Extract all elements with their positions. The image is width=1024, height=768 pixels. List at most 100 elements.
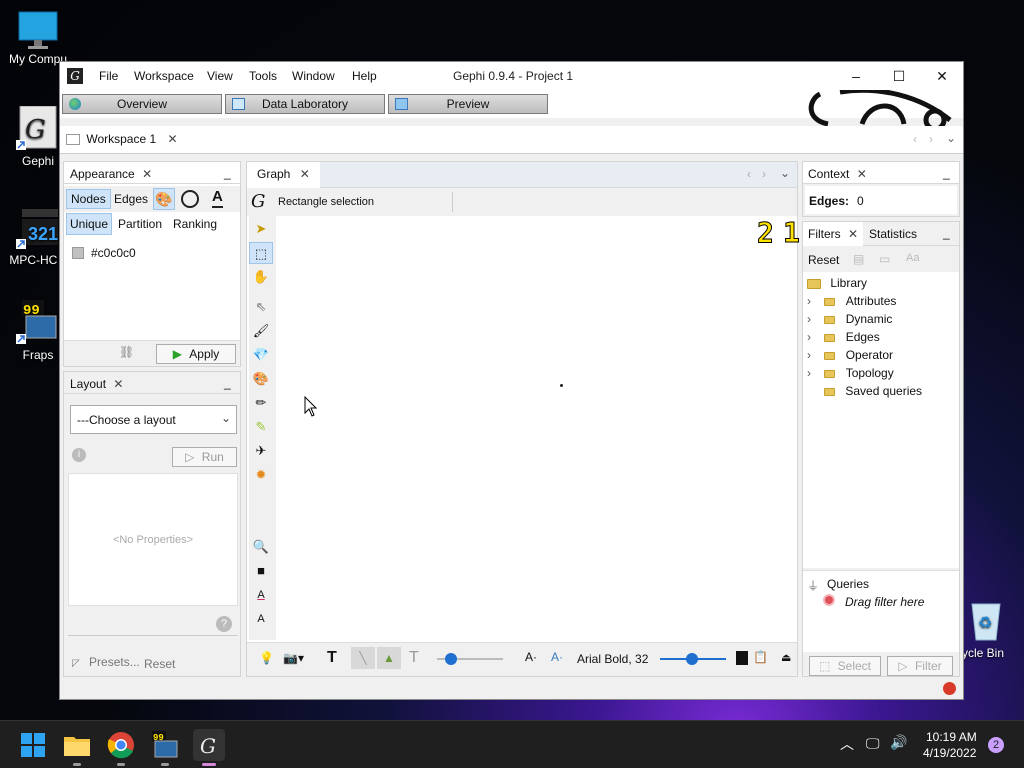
zoom-tool-icon[interactable]: 🔍 [249,536,273,558]
shortest-path-tool-icon[interactable]: ✈ [249,440,273,462]
font-size-up-icon[interactable]: A· [551,650,563,664]
overview-button[interactable]: Overview [62,94,222,114]
text-icon[interactable]: T [327,649,337,667]
close-graph-icon[interactable]: ✕ [300,167,310,181]
preview-button[interactable]: Preview [388,94,548,114]
screenshot-icon[interactable]: 📷▾ [283,651,304,665]
export-filter-icon[interactable]: ▭ [879,252,890,266]
tab-ranking[interactable]: Ranking [173,217,217,231]
chevron-down-icon[interactable]: ⌄ [780,166,790,180]
background-color-icon[interactable]: ■ [249,560,273,582]
file-explorer-icon[interactable] [61,729,93,766]
direct-selection-tool-icon[interactable]: ➤ [249,218,273,240]
error-icon[interactable] [943,682,956,695]
reset-layout-link[interactable]: Reset [144,657,175,671]
menu-tools[interactable]: Tools [249,69,277,83]
maximize-button[interactable]: ☐ [877,62,921,90]
label-size-slider[interactable] [660,652,726,666]
link-icon[interactable]: ⛓ [119,345,134,359]
library-root[interactable]: Library [807,274,867,292]
graph-node[interactable] [560,384,563,387]
slider-thumb[interactable] [445,653,457,665]
clipboard-icon[interactable]: 📋 [753,650,768,664]
menu-help[interactable]: Help [352,69,377,83]
scroll-right-icon[interactable]: › [929,132,933,146]
close-button[interactable]: ✕ [920,62,964,90]
edge-icon[interactable]: ╲ [351,647,375,669]
menu-window[interactable]: Window [292,69,335,83]
font-filter-icon[interactable]: Aa [906,252,919,264]
help-icon[interactable]: ? [216,616,232,632]
library-item-saved-queries[interactable]: Saved queries [807,382,922,400]
close-layout-icon[interactable]: ✕ [113,377,123,391]
start-icon[interactable] [17,729,49,761]
menu-view[interactable]: View [207,69,233,83]
minimize-panel-icon[interactable]: _ [224,166,231,180]
close-workspace-icon[interactable]: ✕ [168,132,178,146]
heatmap-tool-icon[interactable]: ✹ [249,464,273,486]
reset-filters-button[interactable]: Reset [808,253,839,267]
font-label[interactable]: Arial Bold, 32 [577,652,648,666]
label-color-icon[interactable]: A [212,188,223,208]
scroll-left-icon[interactable]: ‹ [747,167,751,181]
presets-link[interactable]: ◸ Presets... [72,655,140,669]
close-appearance-icon[interactable]: ✕ [142,167,152,181]
tab-statistics[interactable]: Statistics [869,227,917,241]
slider-thumb[interactable] [686,653,698,665]
palette-icon[interactable]: 🎨 [153,188,175,210]
filter-button[interactable]: ▷ Filter [887,656,953,676]
minimize-panel-icon[interactable]: _ [943,166,950,180]
library-item-dynamic[interactable]: › Dynamic [807,310,892,328]
close-context-icon[interactable]: ✕ [857,167,867,181]
size-icon[interactable] [181,190,199,208]
edge-weight-slider[interactable] [437,652,503,666]
tab-nodes[interactable]: Nodes [66,189,111,209]
library-item-attributes[interactable]: › Attributes [807,292,896,310]
library-item-operator[interactable]: › Operator [807,346,893,364]
library-item-topology[interactable]: › Topology [807,364,894,382]
pencil-tool-icon[interactable]: ✏ [249,392,273,414]
edge-color-icon[interactable]: ▲ [377,647,401,669]
layout-select[interactable]: ---Choose a layout ⌄ [70,405,237,434]
tab-filters[interactable]: Filters ✕ [803,222,864,246]
graph-canvas[interactable]: 2 1 [277,216,800,640]
layout-tab[interactable]: Layout ✕ [70,377,123,391]
save-filter-icon[interactable]: ▤ [853,252,864,266]
clock-time[interactable]: 10:19 AM [926,730,977,744]
notification-badge[interactable]: 2 [988,737,1004,753]
fraps-taskbar-icon[interactable]: 99 [149,729,181,766]
painter-tool-icon[interactable]: 🖌 [249,320,273,342]
scroll-right-icon[interactable]: › [762,167,766,181]
clock-date[interactable]: 4/19/2022 [923,746,976,760]
apply-button[interactable]: ▶ Apply [156,344,236,364]
tab-edges[interactable]: Edges [114,192,148,206]
info-icon[interactable]: i [72,448,86,462]
chevron-down-icon[interactable]: ⌄ [946,131,956,145]
lock-icon[interactable]: ⏏ [781,651,791,664]
desktop-icon-my-computer[interactable]: My Compu [8,10,68,66]
chevron-up-icon[interactable]: ︿ [840,734,854,754]
close-filters-icon[interactable]: ✕ [848,227,858,241]
graph-tab[interactable]: Graph ✕ [247,162,320,188]
lightbulb-icon[interactable]: 💡 [259,651,274,665]
workspace-tab[interactable]: Workspace 1 ✕ [66,132,178,152]
context-tab[interactable]: Context ✕ [808,167,867,181]
sizer-tool-icon[interactable]: 💎 [249,344,273,366]
appearance-tab[interactable]: Appearance ✕ [70,167,152,181]
edge-tool-icon[interactable]: ✎ [249,416,273,438]
edge-pencil-tool-icon[interactable]: ⇖ [249,296,273,318]
library-item-edges[interactable]: › Edges [807,328,880,346]
label-color-icon[interactable]: A [249,584,273,606]
label-font-icon[interactable]: A [249,608,273,630]
tab-partition[interactable]: Partition [118,217,162,231]
minimize-panel-icon[interactable]: _ [943,226,950,240]
rectangle-selection-tool-icon[interactable]: ⬚ [249,242,273,264]
volume-icon[interactable]: 🔊 [890,734,907,751]
menu-file[interactable]: File [99,69,118,83]
minimize-button[interactable]: – [834,62,878,90]
color-swatch[interactable] [736,651,748,665]
scroll-left-icon[interactable]: ‹ [913,132,917,146]
font-size-down-icon[interactable]: A· [525,650,537,664]
chrome-icon[interactable] [105,729,137,766]
text-size-icon[interactable]: T [409,649,419,667]
